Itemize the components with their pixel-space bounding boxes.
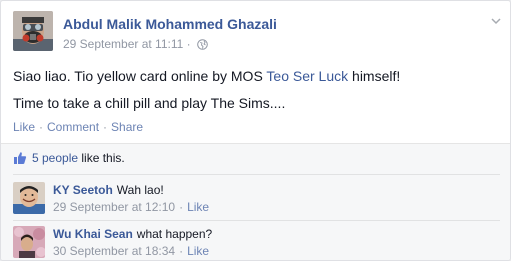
divider bbox=[13, 174, 500, 175]
post-line-1-prefix: Siao liao. Tio yellow card online by MOS bbox=[13, 68, 267, 84]
action-separator: · bbox=[39, 120, 44, 134]
commenter-name[interactable]: Wu Khai Sean bbox=[53, 227, 133, 241]
commenter-avatar[interactable] bbox=[13, 226, 45, 258]
commenter-name[interactable]: KY Seetoh bbox=[53, 183, 113, 197]
post-line-2: Time to take a chill pill and play The S… bbox=[13, 95, 286, 111]
like-link[interactable]: Like bbox=[13, 120, 35, 134]
commenter-avatar[interactable] bbox=[13, 182, 45, 214]
meta-separator: · bbox=[179, 244, 184, 258]
post-line-1: Siao liao. Tio yellow card online by MOS… bbox=[13, 67, 503, 86]
post-timestamp[interactable]: 29 September at 11:11 bbox=[63, 37, 183, 51]
post-header: Abdul Malik Mohammed Ghazali 29 Septembe… bbox=[13, 11, 493, 53]
post-body: Siao liao. Tio yellow card online by MOS… bbox=[13, 67, 503, 121]
comment-timestamp[interactable]: 29 September at 12:10 bbox=[53, 200, 175, 214]
thumbs-up-icon bbox=[13, 151, 27, 168]
comment-meta: 29 September at 12:10 · Like bbox=[53, 200, 209, 214]
privacy-globe-icon[interactable] bbox=[197, 39, 208, 53]
mention-link[interactable]: Teo Ser Luck bbox=[266, 68, 348, 84]
action-separator: · bbox=[103, 120, 108, 134]
comment-like-link[interactable]: Like bbox=[187, 200, 209, 214]
post-actions: Like · Comment · Share bbox=[13, 120, 143, 134]
post-line-1-suffix: himself! bbox=[348, 68, 401, 84]
author-avatar[interactable] bbox=[13, 11, 53, 51]
likes-summary: 5 people like this. bbox=[13, 151, 125, 169]
comment-line: Wu Khai Sean what happen? bbox=[53, 227, 212, 241]
comment-meta: 30 September at 18:34 · Like bbox=[53, 244, 209, 258]
feedback-section: 5 people like this. KY Seetoh Wah lao! 29… bbox=[1, 143, 510, 260]
author-name[interactable]: Abdul Malik Mohammed Ghazali bbox=[63, 16, 277, 32]
share-link[interactable]: Share bbox=[111, 120, 143, 134]
likes-count-link[interactable]: 5 people bbox=[32, 151, 78, 165]
comment-like-link[interactable]: Like bbox=[187, 244, 209, 258]
facebook-post: Abdul Malik Mohammed Ghazali 29 Septembe… bbox=[0, 0, 511, 261]
comment-text: what happen? bbox=[136, 227, 213, 241]
comment-line: KY Seetoh Wah lao! bbox=[53, 183, 164, 197]
comment-link[interactable]: Comment bbox=[47, 120, 99, 134]
comment-text: Wah lao! bbox=[116, 183, 164, 197]
meta-separator: · bbox=[186, 37, 191, 51]
divider bbox=[13, 220, 500, 221]
comment-timestamp[interactable]: 30 September at 18:34 bbox=[53, 244, 175, 258]
comment-item: KY Seetoh Wah lao! 29 September at 12:10 ·… bbox=[13, 182, 500, 214]
chevron-down-icon[interactable] bbox=[490, 15, 502, 27]
comment-item: Wu Khai Sean what happen? 30 September at… bbox=[13, 226, 500, 258]
post-meta: 29 September at 11:11 · bbox=[63, 37, 208, 53]
likes-suffix: like this. bbox=[78, 151, 125, 165]
meta-separator: · bbox=[179, 200, 184, 214]
